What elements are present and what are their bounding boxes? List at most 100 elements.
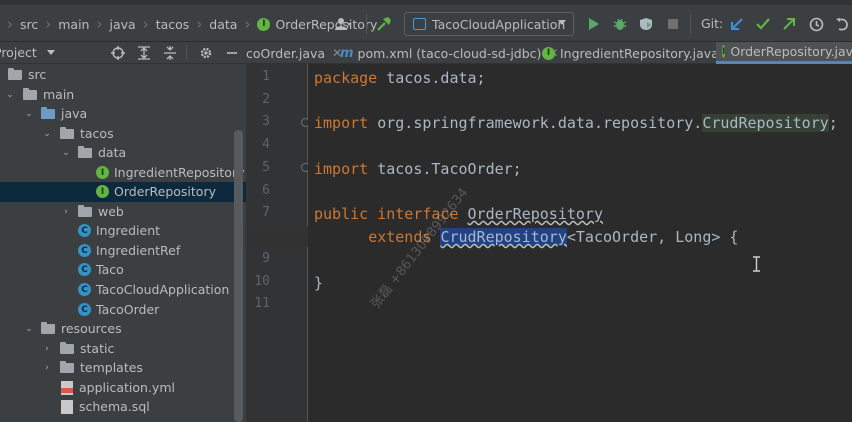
breadcrumb-item-java[interactable]: java xyxy=(109,17,135,32)
resources-folder-icon xyxy=(41,321,55,334)
tree-item-tacocloudapplication[interactable]: C TacoCloudApplication xyxy=(0,280,246,300)
code-editor[interactable]: package tacos.data; import org.springfra… xyxy=(308,64,852,422)
tree-item-label: Taco xyxy=(96,262,124,278)
breadcrumb-item-src[interactable]: src xyxy=(20,17,38,32)
project-panel-header: Project xyxy=(0,42,246,64)
breadcrumb-item-main[interactable]: main xyxy=(58,17,89,32)
tree-item-ingredientrepository[interactable]: I IngredientRepository xyxy=(0,163,246,183)
chevron-right-icon[interactable]: › xyxy=(43,344,51,354)
code-line-10: } xyxy=(314,272,323,294)
tree-item-web[interactable]: › web xyxy=(0,202,246,222)
toolbar-divider xyxy=(366,14,367,34)
tab-label: coOrder.java xyxy=(246,45,326,61)
gear-icon[interactable] xyxy=(196,43,216,63)
tab-label: OrderRepository.java xyxy=(730,44,852,59)
code-text: tacos.data; xyxy=(377,69,486,87)
debug-icon[interactable] xyxy=(610,14,630,34)
breadcrumb-item-data[interactable]: data xyxy=(209,17,237,32)
tree-item-schema-sql[interactable]: schema.sql xyxy=(0,397,246,417)
class-icon: C xyxy=(78,244,91,258)
build-hammer-icon[interactable] xyxy=(374,14,394,34)
expand-all-icon[interactable] xyxy=(134,43,154,63)
interface-icon: I xyxy=(722,45,726,58)
keyword: public xyxy=(314,205,369,223)
chevron-down-icon[interactable]: ⌄ xyxy=(25,324,33,334)
tree-item-templates[interactable]: › templates xyxy=(0,358,246,378)
class-icon: C xyxy=(78,303,91,317)
chevron-down-icon[interactable]: ⌄ xyxy=(25,109,33,119)
locate-target-icon[interactable] xyxy=(108,43,128,63)
tree-item-java[interactable]: ⌄ java xyxy=(0,104,246,124)
folder-icon xyxy=(23,87,37,100)
tree-item-orderrepository[interactable]: I OrderRepository xyxy=(0,182,246,202)
chevron-down-icon[interactable]: ⌄ xyxy=(62,148,70,158)
chevron-down-icon[interactable]: ⌄ xyxy=(6,90,14,100)
chevron-right-icon[interactable]: › xyxy=(43,363,51,373)
folder-icon xyxy=(60,360,74,373)
tree-item-ingredientref[interactable]: C IngredientRef xyxy=(0,241,246,261)
tree-item-label: schema.sql xyxy=(79,399,150,415)
tab-orderrepository[interactable]: I OrderRepository.java xyxy=(716,42,852,64)
tree-item-taco[interactable]: C Taco xyxy=(0,260,246,280)
tree-item-label: tacos xyxy=(80,126,114,142)
minimize-icon[interactable] xyxy=(222,43,242,63)
tree-item-application-yml[interactable]: application.yml xyxy=(0,378,246,398)
code-text: tacos.TacoOrder; xyxy=(368,160,522,178)
run-icon[interactable] xyxy=(583,14,603,34)
tree-item-static[interactable]: › static xyxy=(0,339,246,359)
tree-item-label: src xyxy=(28,67,47,83)
tree-item-label: web xyxy=(98,204,124,220)
line-number: 2 xyxy=(262,92,270,107)
history-clock-icon[interactable] xyxy=(806,14,826,34)
tab-label: IngredientRepository.java xyxy=(560,45,719,61)
user-icon[interactable] xyxy=(333,14,353,34)
chevron-down-icon[interactable] xyxy=(47,50,55,55)
keyword: import xyxy=(314,114,369,132)
git-commit-icon[interactable] xyxy=(753,14,773,34)
rollback-icon[interactable] xyxy=(832,14,852,34)
class-icon: C xyxy=(78,263,91,277)
tree-item-src[interactable]: src xyxy=(0,65,246,85)
tree-item-label: resources xyxy=(61,321,122,337)
interface-icon: I xyxy=(257,17,271,31)
tree-item-label: application.yml xyxy=(79,380,175,396)
code-text: <TacoOrder, Long> { xyxy=(566,228,739,246)
breadcrumb-separator: › xyxy=(196,15,203,33)
breadcrumb-item-orderrepository[interactable]: I OrderRepository xyxy=(257,17,377,32)
chevron-right-icon[interactable]: › xyxy=(62,207,70,217)
run-config-label: TacoCloudApplication xyxy=(432,16,566,32)
chevron-down-icon xyxy=(558,20,566,25)
tree-item-tacos[interactable]: ⌄ tacos xyxy=(0,124,246,144)
tree-item-resources[interactable]: ⌄ resources xyxy=(0,319,246,339)
interface-icon: I xyxy=(542,46,555,60)
stop-icon[interactable] xyxy=(663,14,683,34)
breadcrumb-label: src xyxy=(20,16,39,32)
git-update-icon[interactable] xyxy=(727,14,747,34)
code-line-5: import tacos.TacoOrder; xyxy=(314,158,522,180)
tab-pom-xml[interactable]: m pom.xml (taco-cloud-sd-jdbc) ✕ xyxy=(340,42,558,64)
tree-item-main[interactable]: ⌄ main xyxy=(0,85,246,105)
collapse-all-icon[interactable] xyxy=(160,43,180,63)
tree-item-data[interactable]: ⌄ data xyxy=(0,143,246,163)
code-identifier: CrudRepository xyxy=(702,114,829,132)
line-number: 4 xyxy=(262,137,270,152)
tab-ingredientrepository[interactable]: I IngredientRepository.java ✕ xyxy=(542,42,736,64)
git-label: Git: xyxy=(701,16,724,31)
tab-tacoorder[interactable]: coOrder.java ✕ xyxy=(246,42,342,64)
coverage-icon[interactable] xyxy=(636,14,656,34)
tree-item-ingredient[interactable]: C Ingredient xyxy=(0,221,246,241)
git-push-icon[interactable] xyxy=(779,14,799,34)
project-panel-title[interactable]: Project xyxy=(0,45,37,60)
run-config-icon xyxy=(413,18,426,30)
tree-item-tacoorder[interactable]: C TacoOrder xyxy=(0,300,246,320)
menu-strip xyxy=(0,0,852,5)
package-icon xyxy=(78,145,92,158)
tree-scrollbar[interactable] xyxy=(234,130,243,422)
chevron-down-icon[interactable]: ⌄ xyxy=(43,129,51,139)
code-identifier: CrudRepository xyxy=(440,228,567,246)
run-configuration-select[interactable]: TacoCloudApplication xyxy=(404,12,574,36)
line-number: 3 xyxy=(262,114,270,129)
folder-icon xyxy=(8,67,22,80)
breadcrumb-item-tacos[interactable]: tacos xyxy=(156,17,190,32)
tree-item-label: data xyxy=(98,145,127,161)
